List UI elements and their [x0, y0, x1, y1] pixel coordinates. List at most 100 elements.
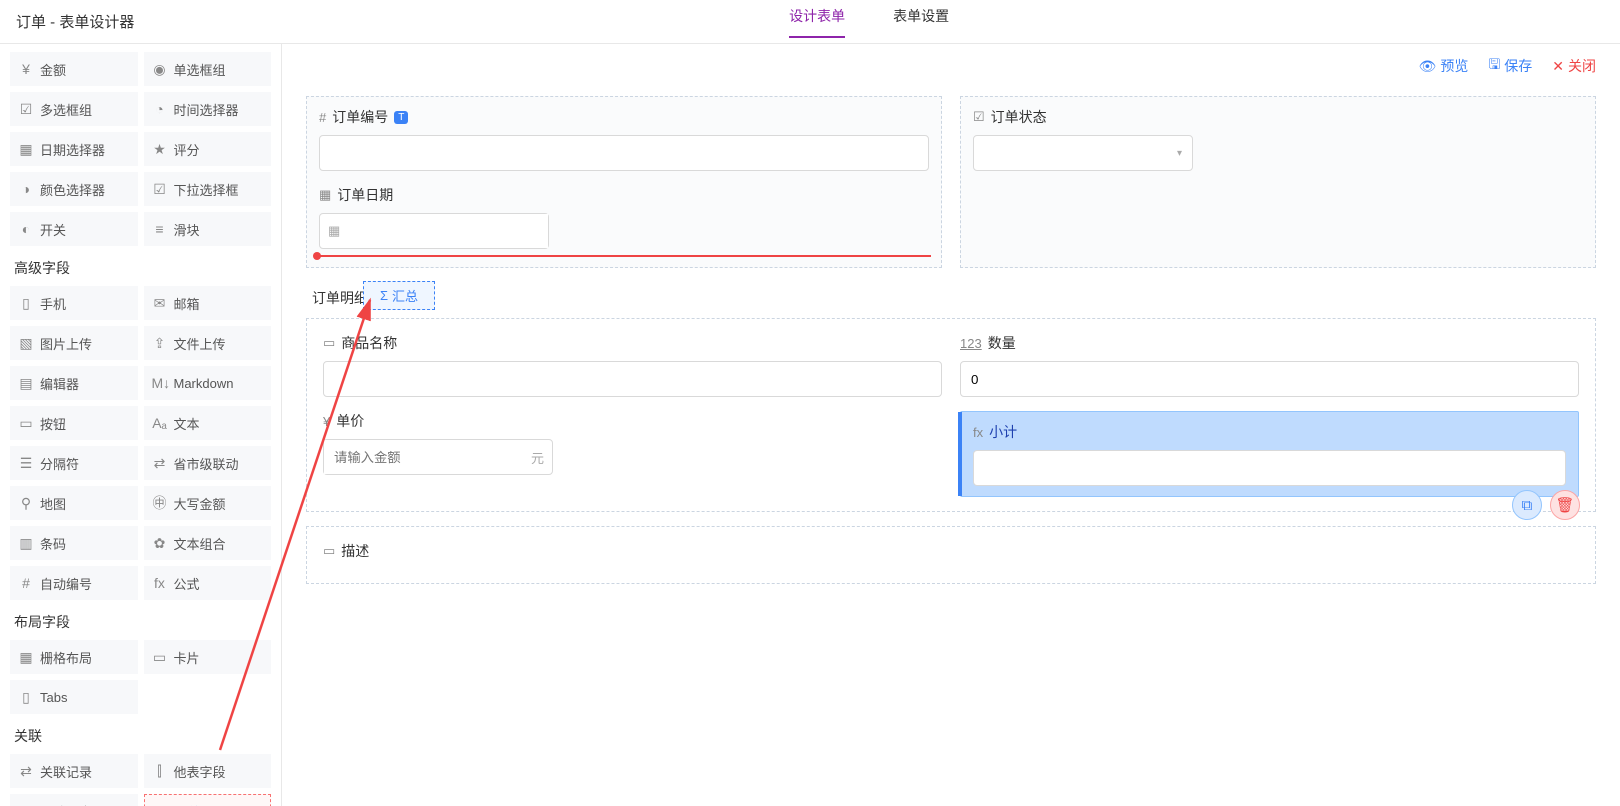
field-slider[interactable]: ≡滑块	[144, 212, 272, 246]
yen-icon: ¥	[323, 414, 330, 429]
product-name-input[interactable]	[323, 361, 942, 397]
field-unit-price[interactable]: ¥单价 元	[323, 411, 942, 475]
field-card[interactable]: ▭卡片	[144, 640, 272, 674]
divider-icon: ☰	[18, 455, 34, 472]
slider-icon: ≡	[152, 221, 168, 237]
field-text[interactable]: Aₐ文本	[144, 406, 272, 440]
field-switch[interactable]: ◐开关	[10, 212, 138, 246]
field-color-picker[interactable]: ◑颜色选择器	[10, 172, 138, 206]
markdown-icon: M↓	[152, 375, 168, 391]
combo-icon: ✿	[152, 535, 168, 552]
group-advanced-title: 高级字段	[14, 258, 271, 278]
envelope-icon: ✉	[152, 295, 168, 312]
field-markdown[interactable]: M↓Markdown	[144, 366, 272, 400]
field-divider[interactable]: ☰分隔符	[10, 446, 138, 480]
field-button[interactable]: ▭按钮	[10, 406, 138, 440]
field-barcode[interactable]: ▥条码	[10, 526, 138, 560]
field-checkbox-group[interactable]: ☑多选框组	[10, 92, 138, 126]
delete-button[interactable]: 🗑	[1550, 490, 1580, 520]
phone-icon: ▯	[18, 295, 34, 312]
field-order-no[interactable]: #订单编号T	[319, 107, 929, 171]
field-other-table-field[interactable]: ⫿他表字段	[144, 754, 272, 788]
zone-header-right[interactable]: ☑订单状态 ▾	[960, 96, 1596, 268]
grid-icon: ▦	[18, 649, 34, 666]
field-email[interactable]: ✉邮箱	[144, 286, 272, 320]
star-icon: ★	[152, 141, 168, 158]
toggle-icon: ◐	[18, 221, 34, 237]
tabs-icon: ▯	[18, 689, 34, 706]
field-rating[interactable]: ★评分	[144, 132, 272, 166]
link-icon: ⇄	[152, 455, 168, 472]
columns-icon: ⫿	[152, 763, 168, 780]
eye-icon: 👁	[1419, 58, 1437, 75]
field-tabs[interactable]: ▯Tabs	[10, 680, 138, 714]
field-amount[interactable]: ¥金额	[10, 52, 138, 86]
dropdown-icon: ☑	[152, 181, 168, 198]
field-map[interactable]: ⚲地图	[10, 486, 138, 520]
sigma-icon: Σ	[380, 288, 388, 303]
field-relation-record[interactable]: ⇄关联记录	[10, 754, 138, 788]
hash-icon: #	[319, 110, 326, 125]
field-select[interactable]: ☑下拉选择框	[144, 172, 272, 206]
calendar-icon: ▦	[18, 141, 34, 158]
card-icon: ▭	[152, 649, 168, 666]
canvas-toolbar: 👁预览 🖫保存 ✕关闭	[282, 44, 1620, 88]
checkbox-icon: ☑	[973, 109, 985, 125]
group-relation-title: 关联	[14, 726, 271, 746]
field-time-picker[interactable]: ◔时间选择器	[144, 92, 272, 126]
fx-icon: fx	[152, 575, 168, 591]
text-icon: Aₐ	[152, 415, 168, 431]
preview-button[interactable]: 👁预览	[1419, 56, 1469, 76]
tab-form-settings[interactable]: 表单设置	[893, 6, 949, 38]
field-image-upload[interactable]: ▧图片上传	[10, 326, 138, 360]
field-radio-group[interactable]: ◉单选框组	[144, 52, 272, 86]
zone-description[interactable]: ▭描述	[306, 526, 1596, 584]
number-icon: 123	[960, 336, 982, 351]
close-icon: ✕	[1552, 58, 1564, 75]
field-grid-layout[interactable]: ▦栅格布局	[10, 640, 138, 674]
copy-button[interactable]: ⧉	[1512, 490, 1542, 520]
group-layout-title: 布局字段	[14, 612, 271, 632]
field-mobile[interactable]: ▯手机	[10, 286, 138, 320]
field-auto-number[interactable]: #自动编号	[10, 566, 138, 600]
field-order-status[interactable]: ☑订单状态 ▾	[973, 107, 1583, 171]
upload-icon: ⇪	[152, 335, 168, 352]
tab-design-form[interactable]: 设计表单	[789, 6, 845, 38]
order-status-select[interactable]: ▾	[973, 135, 1193, 171]
editor-icon: ▤	[18, 375, 34, 392]
zone-detail[interactable]: ▭商品名称 123数量 ¥单价	[306, 318, 1596, 512]
field-text-combo[interactable]: ✿文本组合	[144, 526, 272, 560]
field-file-upload[interactable]: ⇪文件上传	[144, 326, 272, 360]
copy-icon: ⧉	[1522, 497, 1533, 514]
field-amount-cn[interactable]: ㊥大写金额	[144, 486, 272, 520]
zone-header-left[interactable]: #订单编号T ▦订单日期 ▦ Σ汇总	[306, 96, 942, 268]
link-icon: ⇄	[18, 763, 34, 780]
drop-indicator-line	[317, 255, 931, 257]
field-formula[interactable]: fx公式	[144, 566, 272, 600]
field-order-date[interactable]: ▦订单日期 ▦	[319, 185, 929, 249]
image-icon: ▧	[18, 335, 34, 352]
field-subtotal-selected[interactable]: fx小计 ⧉ 🗑	[960, 411, 1579, 497]
field-qty[interactable]: 123数量	[960, 333, 1579, 397]
save-icon: 🖫	[1488, 54, 1500, 78]
unit-price-input[interactable]: 元	[323, 439, 553, 475]
field-design-subtable[interactable]: ▦设计子表	[10, 794, 138, 806]
order-no-input[interactable]	[319, 135, 929, 171]
trash-icon: 🗑	[1555, 496, 1574, 514]
field-date-picker[interactable]: ▦日期选择器	[10, 132, 138, 166]
close-button[interactable]: ✕关闭	[1552, 56, 1596, 76]
field-region[interactable]: ⇄省市级联动	[144, 446, 272, 480]
clock-icon: ◔	[152, 101, 168, 117]
field-summary[interactable]: Σ汇总	[144, 794, 272, 806]
order-date-input[interactable]: ▦	[319, 213, 549, 249]
text-icon: ▭	[323, 335, 335, 351]
header: 订单 - 表单设计器 设计表单 表单设置	[0, 0, 1620, 44]
selection-handle[interactable]	[958, 412, 962, 496]
hash-icon: #	[18, 575, 34, 591]
field-product-name[interactable]: ▭商品名称	[323, 333, 942, 397]
save-button[interactable]: 🖫保存	[1488, 54, 1532, 78]
section-detail-title: 订单明细	[312, 288, 1596, 308]
field-editor[interactable]: ▤编辑器	[10, 366, 138, 400]
subtotal-input[interactable]	[973, 450, 1566, 486]
qty-input[interactable]	[960, 361, 1579, 397]
